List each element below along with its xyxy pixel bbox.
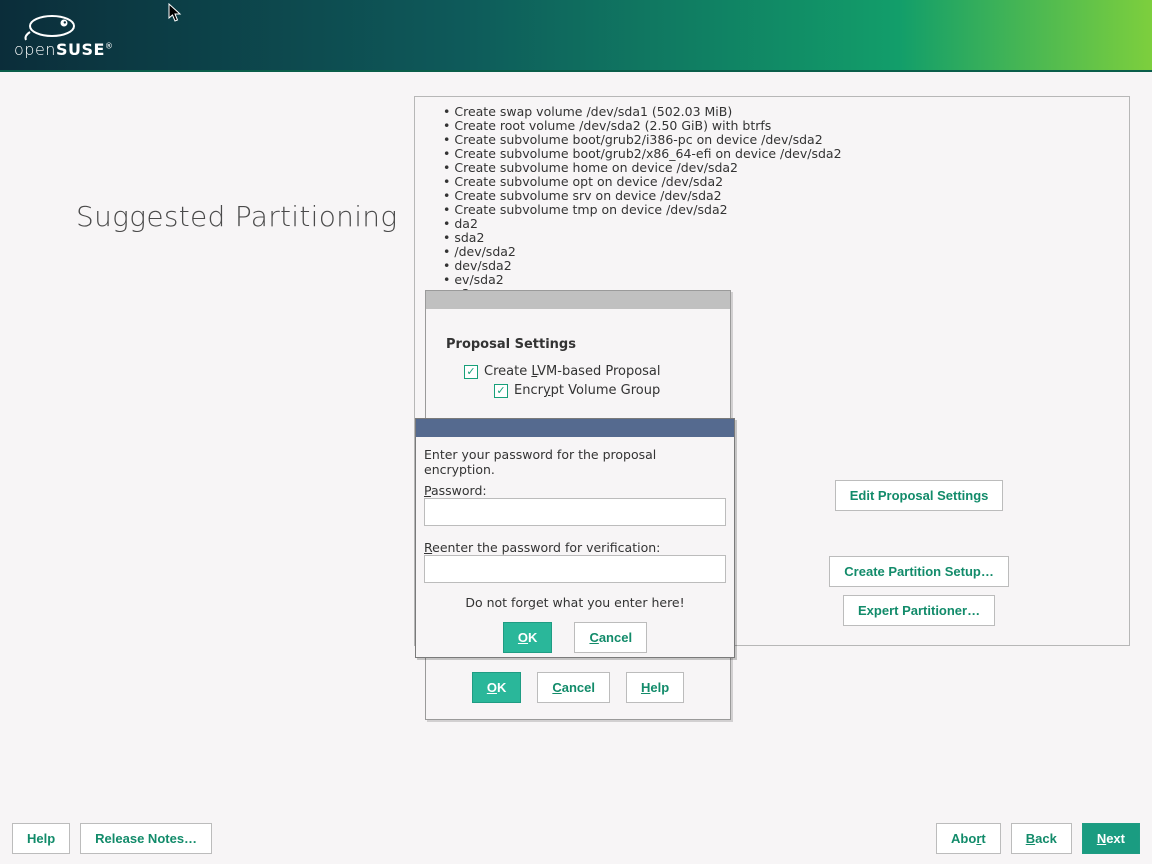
partition-item: Create root volume /dev/sda2 (2.50 GiB) …	[443, 119, 1117, 133]
brand-text: openSUSE®	[14, 40, 113, 59]
header-bar: openSUSE®	[0, 0, 1152, 72]
footer-bar: Help Release Notes… Abort Back Next	[0, 812, 1152, 864]
partition-item: da2	[443, 217, 1117, 231]
password-prompt: Enter your password for the proposal enc…	[424, 447, 726, 477]
proposal-ok-button[interactable]: OK	[472, 672, 522, 703]
partition-item: Create subvolume home on device /dev/sda…	[443, 161, 1117, 175]
footer-help-button[interactable]: Help	[12, 823, 70, 854]
create-partition-setup-button[interactable]: Create Partition Setup…	[829, 556, 1009, 587]
partition-item: Create subvolume opt on device /dev/sda2	[443, 175, 1117, 189]
dialog-titlebar[interactable]	[416, 419, 734, 437]
partition-item: ev/sda2	[443, 273, 1117, 287]
encrypt-volume-checkbox[interactable]	[494, 384, 508, 398]
proposal-cancel-button[interactable]: Cancel	[537, 672, 610, 703]
footer-back-button[interactable]: Back	[1011, 823, 1072, 854]
main-area: Suggested Partitioning Create swap volum…	[0, 72, 1152, 804]
brand-logo: openSUSE®	[14, 12, 113, 59]
lvm-proposal-checkbox[interactable]	[464, 365, 478, 379]
edit-proposal-settings-button[interactable]: Edit Proposal Settings	[835, 480, 1004, 511]
footer-next-button[interactable]: Next	[1082, 823, 1140, 854]
partition-item: sda2	[443, 231, 1117, 245]
password-input[interactable]	[424, 498, 726, 526]
password-cancel-button[interactable]: Cancel	[574, 622, 647, 653]
proposal-help-button[interactable]: Help	[626, 672, 684, 703]
partition-item: /dev/sda2	[443, 245, 1117, 259]
partition-item: Create subvolume boot/grub2/i386-pc on d…	[443, 133, 1117, 147]
opensuse-chameleon-icon	[14, 12, 80, 42]
reenter-password-input[interactable]	[424, 555, 726, 583]
password-ok-button[interactable]: OK	[503, 622, 553, 653]
partition-item: Create swap volume /dev/sda1 (502.03 MiB…	[443, 105, 1117, 119]
partition-item: Create subvolume tmp on device /dev/sda2	[443, 203, 1117, 217]
encryption-password-dialog: Enter your password for the proposal enc…	[415, 418, 735, 658]
footer-release-notes-button[interactable]: Release Notes…	[80, 823, 212, 854]
expert-partitioner-button[interactable]: Expert Partitioner…	[843, 595, 995, 626]
lvm-proposal-checkbox-row[interactable]: Create LVM-based Proposal	[464, 364, 710, 379]
password-warning: Do not forget what you enter here!	[424, 595, 726, 610]
footer-abort-button[interactable]: Abort	[936, 823, 1001, 854]
page-title: Suggested Partitioning	[76, 200, 397, 233]
partition-item: Create subvolume boot/grub2/x86_64-efi o…	[443, 147, 1117, 161]
proposal-settings-heading: Proposal Settings	[446, 337, 710, 352]
reenter-password-label: Reenter the password for verification:	[424, 540, 726, 555]
dialog-titlebar[interactable]	[426, 291, 730, 309]
partition-item: Create subvolume srv on device /dev/sda2	[443, 189, 1117, 203]
password-label: Password:	[424, 483, 726, 498]
encrypt-volume-label: Encrypt Volume Group	[514, 383, 660, 398]
lvm-proposal-label: Create LVM-based Proposal	[484, 364, 661, 379]
partition-item: dev/sda2	[443, 259, 1117, 273]
encrypt-volume-checkbox-row[interactable]: Encrypt Volume Group	[494, 383, 710, 398]
